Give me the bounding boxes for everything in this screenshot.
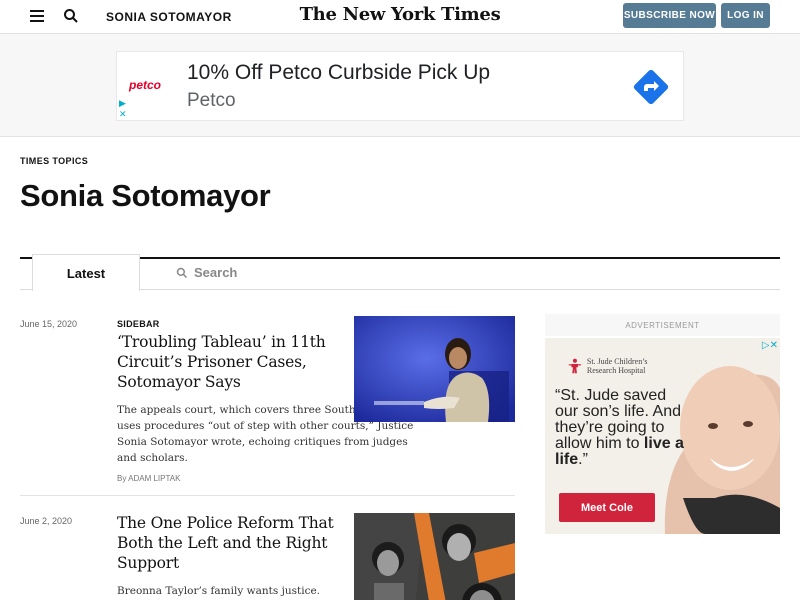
- stjude-name: St. Jude Children’s Research Hospital: [586, 357, 648, 375]
- top-bar: SONIA SOTOMAYOR The New York Times SUBSC…: [0, 0, 800, 33]
- article-headline[interactable]: The One Police Reform That Both the Left…: [117, 513, 339, 573]
- adchoices-icon[interactable]: ▷✕: [762, 340, 778, 351]
- petco-logo: petco: [129, 78, 162, 92]
- ad-headline[interactable]: 10% Off Petco Curbside Pick Up: [187, 61, 490, 85]
- article-headline[interactable]: ‘Troubling Tableau’ in 11th Circuit’s Pr…: [117, 332, 339, 392]
- article-item: June 15, 2020 SIDEBAR ‘Troubling Tableau…: [20, 316, 515, 496]
- ad-brand: Petco: [187, 90, 236, 111]
- article-image[interactable]: [354, 513, 515, 600]
- subscribe-button[interactable]: SUBSCRIBE NOW: [623, 3, 716, 28]
- top-ad-band: petco 10% Off Petco Curbside Pick Up Pet…: [0, 33, 800, 137]
- login-button[interactable]: LOG IN: [721, 3, 770, 28]
- top-ad[interactable]: petco 10% Off Petco Curbside Pick Up Pet…: [116, 51, 684, 121]
- side-ad[interactable]: ▷✕ St. Jude Children’s Research Hospital…: [545, 338, 780, 534]
- article-date: June 15, 2020: [20, 319, 78, 329]
- page-title: Sonia Sotomayor: [20, 178, 271, 213]
- article-label: SIDEBAR: [117, 319, 160, 329]
- search-icon: [176, 267, 188, 278]
- article-date: June 2, 2020: [20, 516, 73, 526]
- tab-search-label: Search: [194, 265, 238, 280]
- topic-kicker: TIMES TOPICS: [20, 156, 89, 166]
- tab-search[interactable]: Search: [176, 265, 237, 280]
- stjude-child-icon: [568, 358, 582, 374]
- tab-latest[interactable]: Latest: [32, 254, 140, 291]
- article-item: June 2, 2020 The One Police Reform That …: [20, 513, 515, 600]
- article-image[interactable]: [354, 316, 515, 422]
- directions-arrow-icon[interactable]: [633, 69, 669, 105]
- stjude-logo: St. Jude Children’s Research Hospital: [567, 354, 667, 378]
- meet-cole-button[interactable]: Meet Cole: [559, 493, 655, 522]
- quote-end: .”: [578, 451, 588, 468]
- adchoices-icon[interactable]: ▶ ✕: [119, 98, 127, 120]
- advertisement-label: ADVERTISEMENT: [545, 314, 780, 336]
- ad-quote: “St. Jude saved our son’s life. And they…: [555, 388, 685, 468]
- article-byline: By ADAM LIPTAK: [117, 474, 181, 483]
